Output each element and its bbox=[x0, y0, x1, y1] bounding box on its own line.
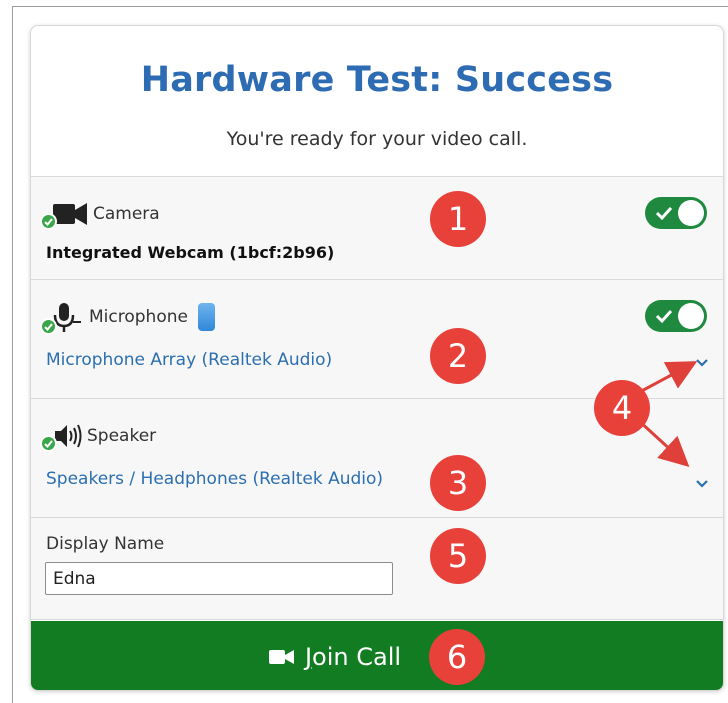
microphone-chevron-down-icon[interactable] bbox=[695, 358, 709, 368]
success-check-icon bbox=[40, 318, 57, 335]
speaker-icon bbox=[40, 421, 83, 452]
page-title: Hardware Test: Success bbox=[140, 60, 614, 100]
card-header: Hardware Test: Success You're ready for … bbox=[31, 26, 723, 177]
microphone-icon bbox=[40, 302, 85, 335]
video-camera-icon bbox=[40, 199, 89, 230]
annotation-badge-2: 2 bbox=[430, 328, 486, 384]
toggle-knob bbox=[678, 200, 704, 226]
annotation-badge-1: 1 bbox=[430, 191, 486, 247]
display-name-input[interactable] bbox=[45, 562, 393, 595]
camera-label: Camera bbox=[93, 204, 160, 224]
annotation-badge-3: 3 bbox=[430, 455, 486, 511]
success-check-icon bbox=[40, 213, 57, 230]
hardware-test-card: Hardware Test: Success You're ready for … bbox=[30, 25, 724, 691]
speaker-label: Speaker bbox=[87, 426, 157, 446]
camera-device-name: Integrated Webcam (1bcf:2b96) bbox=[46, 243, 335, 262]
success-check-icon bbox=[40, 435, 57, 452]
annotation-badge-5: 5 bbox=[430, 528, 486, 584]
camera-toggle[interactable] bbox=[645, 197, 707, 229]
camera-section: Camera Integrated Webcam (1bcf:2b96) 1 bbox=[31, 177, 723, 280]
display-name-section: Display Name 5 bbox=[31, 518, 723, 620]
microphone-device-select[interactable]: Microphone Array (Realtek Audio) bbox=[46, 350, 332, 370]
display-name-label: Display Name bbox=[46, 534, 165, 554]
speaker-chevron-down-icon[interactable] bbox=[695, 479, 709, 489]
check-icon bbox=[655, 206, 673, 221]
join-call-label: Join Call bbox=[304, 642, 402, 671]
microphone-label-row: Microphone bbox=[40, 302, 215, 335]
join-call-button[interactable]: Join Call 6 bbox=[31, 621, 723, 690]
annotation-badge-6: 6 bbox=[429, 628, 486, 685]
speaker-label-row: Speaker bbox=[40, 421, 157, 452]
toggle-knob bbox=[678, 303, 704, 329]
check-icon bbox=[655, 309, 673, 324]
microphone-label: Microphone bbox=[89, 307, 188, 327]
annotation-badge-4: 4 bbox=[594, 380, 650, 436]
page-subtitle: You're ready for your video call. bbox=[226, 128, 528, 150]
microphone-toggle[interactable] bbox=[645, 300, 707, 332]
video-camera-icon bbox=[268, 649, 294, 664]
mic-level-meter bbox=[197, 303, 215, 331]
camera-label-row: Camera bbox=[40, 199, 160, 230]
speaker-device-select[interactable]: Speakers / Headphones (Realtek Audio) bbox=[46, 469, 383, 489]
